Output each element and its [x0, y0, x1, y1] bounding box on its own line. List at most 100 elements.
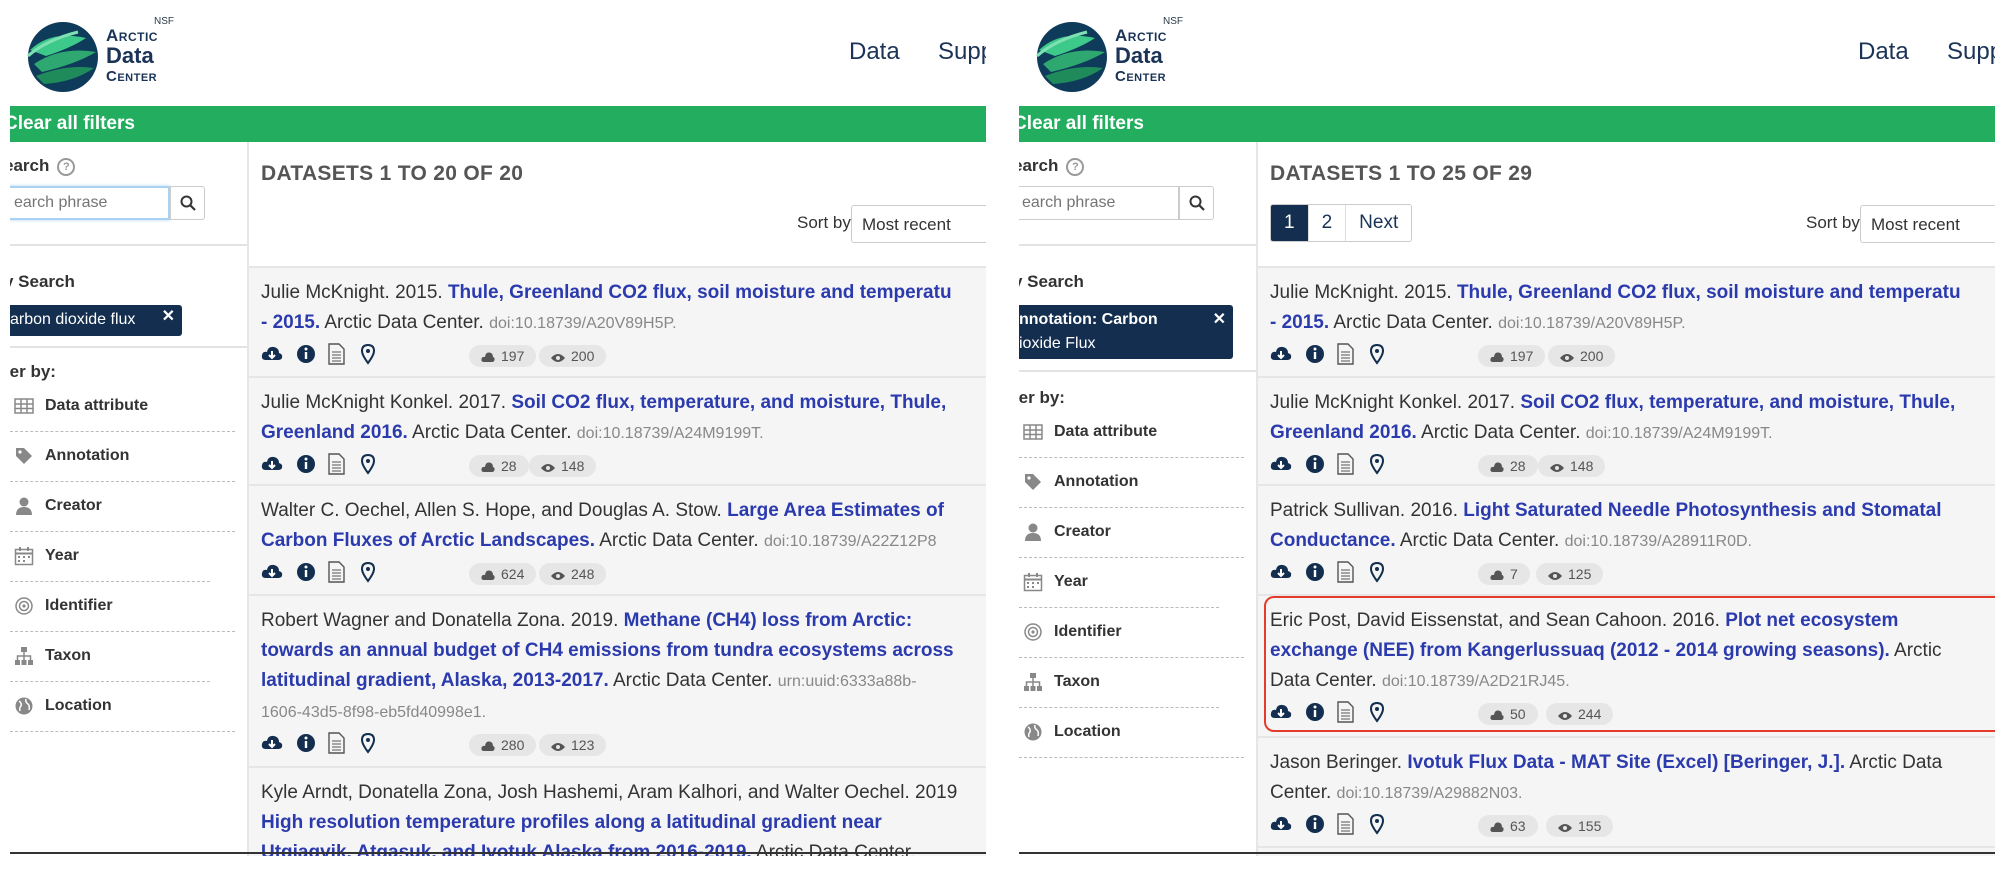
result-doi[interactable]: 1606-43d5-8f98-eb5fd40998e1. [261, 704, 486, 721]
info-icon[interactable] [1304, 813, 1326, 835]
result-title-link[interactable]: Soil CO2 flux, temperature, and moisture… [511, 392, 946, 413]
next-page-button[interactable]: Next [1346, 205, 1411, 241]
cloud-download-icon[interactable] [1270, 343, 1292, 365]
page-2-button[interactable]: 2 [1309, 205, 1347, 241]
cloud-download-icon[interactable] [261, 561, 283, 583]
cloud-download-icon[interactable] [1270, 453, 1292, 475]
result-title-link[interactable]: Soil CO2 flux, temperature, and moisture… [1520, 392, 1955, 413]
filter-year[interactable]: Year [1019, 558, 1247, 608]
filter-annotation[interactable]: Annotation [10, 432, 238, 482]
active-filter-chip[interactable]: arbon dioxide flux ✕ [10, 305, 182, 336]
cloud-download-icon[interactable] [261, 453, 283, 475]
info-icon[interactable] [295, 732, 317, 754]
sort-select[interactable]: Most recent [1860, 205, 1995, 243]
filter-data-attribute[interactable]: Data attribute [1019, 408, 1247, 458]
document-icon[interactable] [325, 453, 347, 475]
clear-all-filters-button[interactable]: Clear all filters [1019, 113, 1144, 135]
result-item: Patrick Sullivan. 2016. Light Saturated … [1258, 484, 1995, 594]
result-title-link[interactable]: Greenland 2016. [261, 422, 408, 443]
search-button[interactable] [1179, 186, 1214, 220]
result-title-link[interactable]: towards an annual budget of CH4 emission… [261, 640, 954, 661]
result-title-link[interactable]: Large Area Estimates of [727, 500, 944, 521]
cloud-download-icon[interactable] [1270, 813, 1292, 835]
result-doi[interactable]: doi:10.18739/A20V89H5P. [489, 315, 676, 332]
document-icon[interactable] [1334, 813, 1356, 835]
remove-filter-icon[interactable]: ✕ [162, 305, 175, 329]
remove-filter-icon[interactable]: ✕ [1213, 308, 1226, 332]
nav-support-link[interactable]: Supp [1947, 38, 1995, 66]
result-title-link[interactable]: - 2015. [1270, 312, 1329, 333]
document-icon[interactable] [325, 732, 347, 754]
result-title-link[interactable]: Ivotuk Flux Data - MAT Site (Excel) [Ber… [1407, 752, 1845, 773]
user-icon [16, 497, 32, 515]
active-filter-chip[interactable]: nnotation: Carbon ioxide Flux ✕ [1019, 305, 1233, 359]
cloud-download-icon[interactable] [261, 343, 283, 365]
result-doi[interactable]: doi:10.18739/A24M9199T. [1586, 425, 1773, 442]
search-input[interactable] [1019, 186, 1179, 220]
document-icon[interactable] [1334, 343, 1356, 365]
filter-data-attribute[interactable]: Data attribute [10, 382, 238, 432]
map-marker-icon[interactable] [1366, 813, 1388, 835]
result-title-link[interactable]: Methane (CH4) loss from Arctic: [624, 610, 913, 631]
sort-select[interactable]: Most recent [851, 205, 986, 243]
help-icon[interactable]: ? [57, 157, 76, 176]
clear-filters-bar[interactable]: Clear all filters [10, 106, 986, 142]
result-title-link[interactable]: - 2015. [261, 312, 320, 333]
result-doi[interactable]: doi:10.18739/A20V89H5P. [1498, 315, 1685, 332]
filter-location[interactable]: Location [1019, 708, 1247, 758]
arctic-data-center-logo[interactable]: NSF Arctic Data Center [1035, 14, 1185, 94]
search-input[interactable] [10, 186, 170, 220]
map-marker-icon[interactable] [1366, 343, 1388, 365]
result-title-link[interactable]: Conductance. [1270, 530, 1396, 551]
result-title-link[interactable]: Light Saturated Needle Photosynthesis an… [1463, 500, 1941, 521]
filter-year[interactable]: Year [10, 532, 238, 582]
result-title-link[interactable]: latitudinal gradient, Alaska, 2013-2017. [261, 670, 609, 691]
filter-location[interactable]: Location [10, 682, 238, 732]
info-icon[interactable] [295, 561, 317, 583]
search-button[interactable] [170, 186, 205, 220]
result-doi[interactable]: doi:10.18739/A22Z12P8 [764, 533, 937, 550]
map-marker-icon[interactable] [1366, 453, 1388, 475]
help-icon[interactable]: ? [1066, 157, 1085, 176]
clear-filters-bar[interactable]: Clear all filters [1019, 106, 1995, 142]
downloads-badge: 28 [1478, 455, 1538, 477]
result-title-link[interactable]: Thule, Greenland CO2 flux, soil moisture… [448, 282, 952, 303]
info-icon[interactable] [295, 453, 317, 475]
result-doi[interactable]: doi:10.18739/A24M9199T. [577, 425, 764, 442]
filter-creator[interactable]: Creator [10, 482, 238, 532]
map-marker-icon[interactable] [1366, 561, 1388, 583]
nav-data-link[interactable]: Data [849, 38, 900, 66]
nav-support-link[interactable]: Supp [938, 38, 986, 66]
page-1-button[interactable]: 1 [1271, 205, 1309, 241]
clear-all-filters-button[interactable]: Clear all filters [10, 113, 135, 135]
document-icon[interactable] [1334, 453, 1356, 475]
result-doi[interactable]: doi:10.18739/A28911R0D. [1565, 533, 1752, 550]
info-icon[interactable] [1304, 453, 1326, 475]
result-doi[interactable]: urn:uuid:6333a88b- [778, 673, 917, 690]
cloud-download-icon[interactable] [261, 732, 283, 754]
arctic-data-center-logo[interactable]: NSF Arctic Data Center [26, 14, 176, 94]
document-icon[interactable] [325, 561, 347, 583]
info-icon[interactable] [1304, 561, 1326, 583]
filter-taxon[interactable]: Taxon [10, 632, 238, 682]
nav-data-link[interactable]: Data [1858, 38, 1909, 66]
result-doi[interactable]: doi:10.18739/A29882N03. [1337, 785, 1523, 802]
result-title-link[interactable]: Thule, Greenland CO2 flux, soil moisture… [1457, 282, 1961, 303]
filter-taxon[interactable]: Taxon [1019, 658, 1247, 708]
filter-creator[interactable]: Creator [1019, 508, 1247, 558]
document-icon[interactable] [325, 343, 347, 365]
map-marker-icon[interactable] [357, 343, 379, 365]
result-title-link[interactable]: High resolution temperature profiles alo… [261, 812, 882, 833]
map-marker-icon[interactable] [357, 453, 379, 475]
info-icon[interactable] [295, 343, 317, 365]
cloud-download-icon[interactable] [1270, 561, 1292, 583]
document-icon[interactable] [1334, 561, 1356, 583]
filter-identifier[interactable]: Identifier [1019, 608, 1247, 658]
result-title-link[interactable]: Greenland 2016. [1270, 422, 1417, 443]
filter-identifier[interactable]: Identifier [10, 582, 238, 632]
result-title-link[interactable]: Carbon Fluxes of Arctic Landscapes. [261, 530, 595, 551]
map-marker-icon[interactable] [357, 561, 379, 583]
map-marker-icon[interactable] [357, 732, 379, 754]
info-icon[interactable] [1304, 343, 1326, 365]
filter-annotation[interactable]: Annotation [1019, 458, 1247, 508]
